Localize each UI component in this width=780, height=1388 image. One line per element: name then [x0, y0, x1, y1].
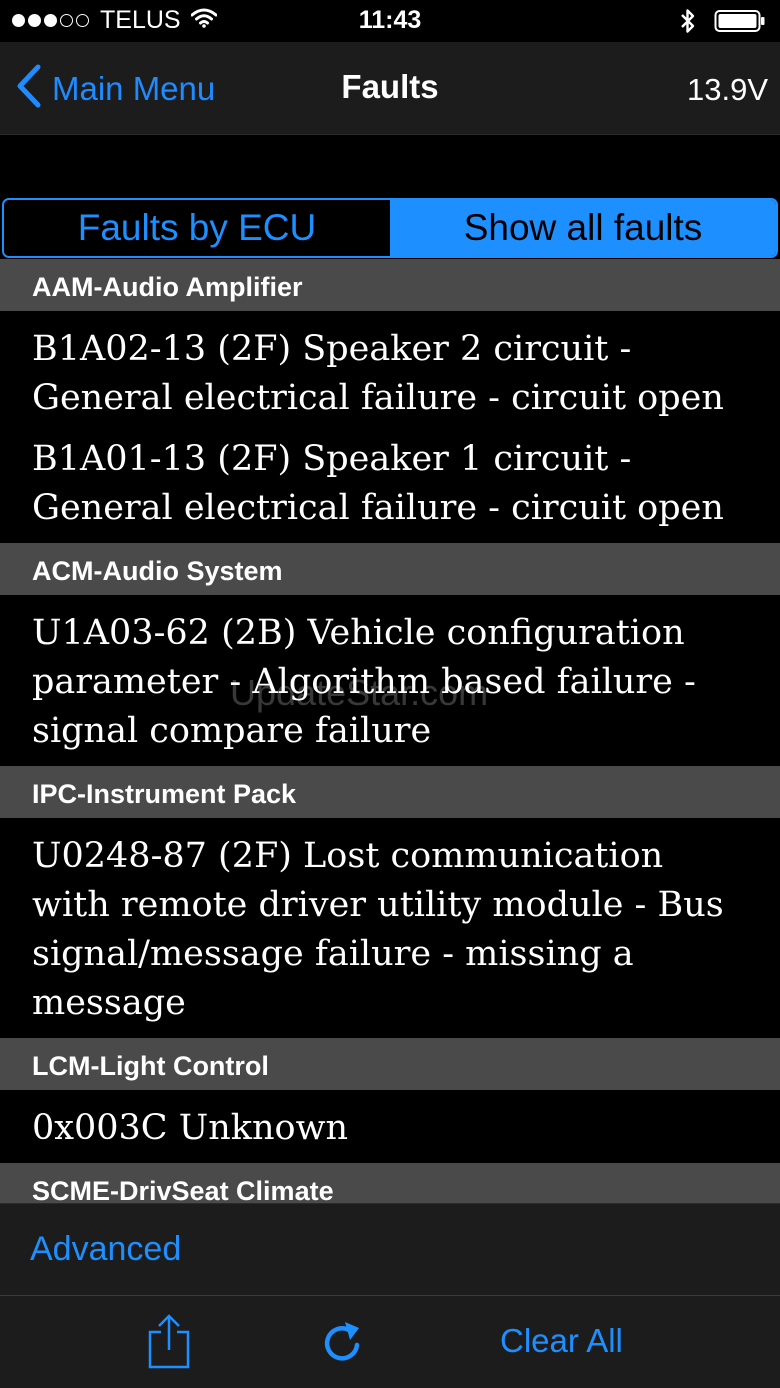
section-header: LCM-Light Control	[0, 1038, 780, 1090]
fault-item[interactable]: 0x003C Unknown	[0, 1090, 780, 1163]
bottom-toolbar: Clear All	[0, 1295, 780, 1388]
view-mode-segmented-control: Faults by ECU Show all faults	[2, 198, 778, 258]
section-body: B1A02-13 (2F) Speaker 2 circuit - Genera…	[0, 311, 780, 543]
section-header: SCME-DrivSeat Climate	[0, 1163, 780, 1203]
section-body: 0x003C Unknown	[0, 1090, 780, 1163]
refresh-button[interactable]	[320, 1318, 366, 1371]
section-body: U0248-87 (2F) Lost communication with re…	[0, 818, 780, 1038]
fault-item[interactable]: U1A03-62 (2B) Vehicle configuration para…	[0, 595, 780, 766]
advanced-button[interactable]: Advanced	[30, 1230, 181, 1269]
section-ipc: IPC-Instrument Pack U0248-87 (2F) Lost c…	[0, 766, 780, 1038]
status-right	[680, 8, 766, 39]
section-body: U1A03-62 (2B) Vehicle configuration para…	[0, 595, 780, 766]
fault-item[interactable]: B1A01-13 (2F) Speaker 1 circuit - Genera…	[0, 433, 780, 543]
status-time: 11:43	[358, 6, 422, 34]
battery-voltage: 13.9V	[686, 72, 768, 107]
clear-all-button[interactable]: Clear All	[500, 1322, 623, 1360]
section-header: IPC-Instrument Pack	[0, 766, 780, 818]
share-icon	[146, 1314, 192, 1374]
section-header: ACM-Audio System	[0, 543, 780, 595]
share-button[interactable]	[146, 1314, 192, 1375]
fault-item[interactable]: U0248-87 (2F) Lost communication with re…	[0, 818, 780, 1038]
segment-faults-by-ecu[interactable]: Faults by ECU	[4, 200, 390, 256]
segment-show-all-faults[interactable]: Show all faults	[390, 200, 776, 256]
refresh-icon	[320, 1322, 366, 1370]
advanced-bar: Advanced	[0, 1203, 780, 1296]
battery-icon	[714, 9, 766, 38]
section-acm: ACM-Audio System U1A03-62 (2B) Vehicle c…	[0, 543, 780, 766]
navigation-bar: Main Menu Faults 13.9V	[0, 42, 780, 135]
bluetooth-icon	[680, 8, 696, 39]
section-header: AAM-Audio Amplifier	[0, 259, 780, 311]
section-scme: SCME-DrivSeat Climate	[0, 1163, 780, 1203]
section-aam: AAM-Audio Amplifier B1A02-13 (2F) Speake…	[0, 259, 780, 543]
status-bar: TELUS 11:43	[0, 0, 780, 42]
section-lcm: LCM-Light Control 0x003C Unknown	[0, 1038, 780, 1163]
fault-list[interactable]: AAM-Audio Amplifier B1A02-13 (2F) Speake…	[0, 259, 780, 1203]
page-title: Faults	[341, 68, 439, 105]
fault-item[interactable]: B1A02-13 (2F) Speaker 2 circuit - Genera…	[0, 311, 780, 433]
